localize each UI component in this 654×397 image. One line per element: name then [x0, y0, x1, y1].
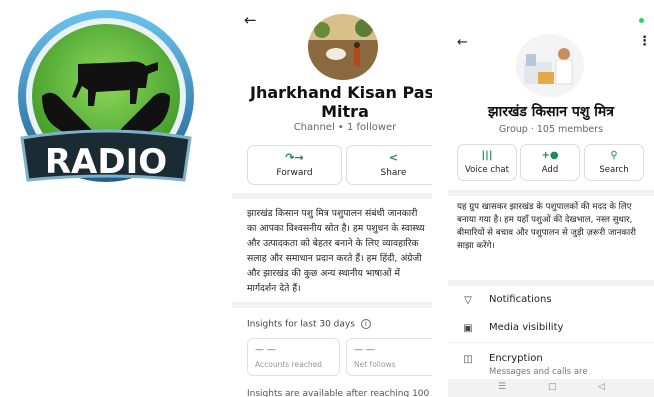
channel-description: झारखंड किसान पशु मित्र पशुपालन संबंधी जा…: [247, 208, 425, 294]
card-value: — —: [255, 345, 276, 355]
voice-chat-label: Voice chat: [465, 165, 509, 175]
nav-back-icon[interactable]: ◁: [598, 382, 605, 392]
add-button[interactable]: +● Add: [520, 144, 580, 181]
group-subtitle: Group · 105 members: [498, 124, 604, 135]
back-arrow-icon[interactable]: ←: [244, 12, 257, 28]
home-icon[interactable]: □: [548, 382, 557, 392]
group-name: झारखंड किसान पशु मित्र: [488, 104, 614, 120]
insights-title-text: Insights for last 30 days: [247, 319, 355, 330]
channel-avatar[interactable]: [308, 14, 378, 80]
search-icon: ⚲: [610, 150, 618, 161]
add-person-icon: +●: [541, 150, 559, 161]
divider: [448, 190, 654, 196]
media-visibility-label: Media visibility: [489, 322, 564, 333]
system-nav-bar: ☰ □ ◁: [448, 379, 654, 397]
bell-icon: ▽: [464, 295, 472, 306]
logo-text: RADIO: [45, 142, 167, 182]
add-label: Add: [541, 165, 559, 175]
forward-label: Forward: [276, 168, 313, 178]
card-value: — —: [354, 345, 375, 355]
card-label: Accounts reached: [255, 360, 322, 369]
share-button[interactable]: < Share: [346, 145, 432, 185]
card-label: Net follows: [354, 360, 396, 369]
channel-name-line2: Mitra: [321, 102, 369, 121]
encryption-label: Encryption: [489, 353, 543, 364]
channel-name: Jharkhand Kisan Pashu: [250, 83, 432, 102]
divider: [448, 342, 654, 343]
radio-logo: RADIO: [18, 10, 194, 182]
share-icon: <: [388, 151, 399, 164]
channel-subtitle: Channel • 1 follower: [293, 122, 397, 133]
divider: [232, 193, 432, 199]
accounts-reached-card: — — Accounts reached: [247, 338, 340, 376]
net-follows-card: — — Net follows: [346, 338, 432, 376]
share-label: Share: [380, 168, 407, 178]
group-avatar[interactable]: [516, 34, 584, 97]
lock-icon: ◫: [463, 354, 473, 365]
recents-icon[interactable]: ☰: [498, 382, 506, 392]
insights-footer: Insights are available after reaching 10…: [247, 389, 430, 397]
notifications-label: Notifications: [489, 294, 552, 305]
more-vert-icon[interactable]: ⋮: [638, 35, 651, 48]
status-dot: [639, 18, 644, 23]
search-button[interactable]: ⚲ Search: [584, 144, 644, 181]
back-arrow-icon[interactable]: ←: [457, 35, 468, 50]
info-icon[interactable]: i: [360, 319, 371, 329]
voice-chat-icon: |||: [481, 150, 493, 161]
image-icon: ▣: [463, 323, 473, 334]
divider: [448, 280, 654, 286]
group-description: यह ग्रुप खासकर झारखंड के पशुपालकों की मद…: [457, 202, 636, 251]
divider: [232, 302, 432, 308]
search-label: Search: [599, 165, 629, 175]
voice-chat-button[interactable]: ||| Voice chat: [457, 144, 517, 181]
forward-button[interactable]: ↷→ Forward: [247, 145, 342, 185]
encryption-sublabel: Messages and calls are: [489, 367, 588, 377]
group-info-panel: ← ⋮ झारखंड किसान पशु मित्र Group · 105 m…: [448, 0, 654, 397]
forward-icon: ↷→: [285, 151, 304, 164]
channel-info-panel: ← Jharkhand Kisan Pashu Mitra Channel • …: [232, 0, 432, 397]
insights-title: Insights for last 30 days i: [247, 319, 371, 330]
